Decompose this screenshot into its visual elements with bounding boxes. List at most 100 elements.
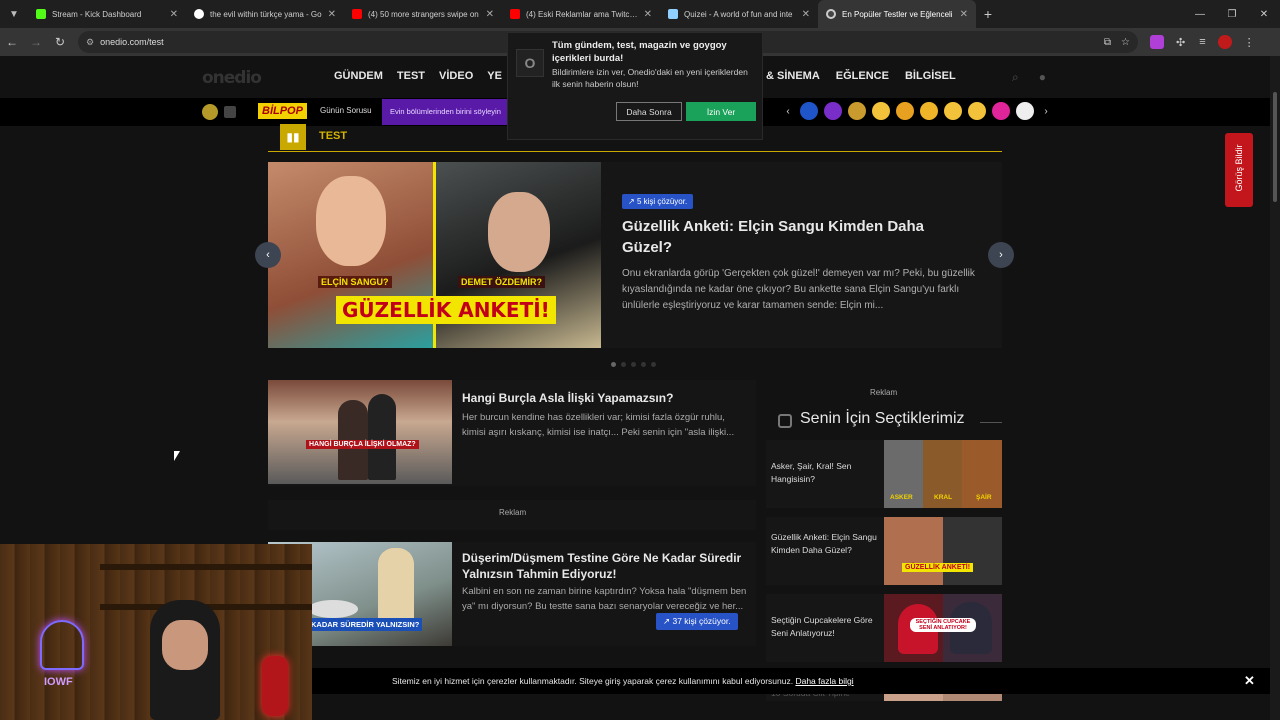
media-controls-icon[interactable]: ≡ [1199, 36, 1205, 48]
sidebar-item-title[interactable]: Güzellik Anketi: Elçin Sangu Kimden Daha… [771, 531, 881, 557]
sidebar-header: Senin İçin Seçtiklerimiz [766, 406, 1002, 436]
story-icon[interactable] [800, 102, 818, 120]
bar-chart-icon: ▮▮ [280, 124, 306, 150]
site-info-icon[interactable]: ⚙ [86, 37, 94, 48]
story-icon[interactable] [896, 102, 914, 120]
new-tab-plus-icon[interactable]: + [976, 6, 1000, 22]
browser-tab-youtube-1[interactable]: (4) 50 more strangers swipe on ✕ [344, 0, 502, 28]
sidebar-item-image[interactable]: SEÇTİĞİN CUPCAKE SENİ ANLATIYOR! [884, 594, 1002, 662]
slider-next-button[interactable]: › [988, 242, 1014, 268]
story-icon[interactable] [968, 102, 986, 120]
card-title[interactable]: Hangi Burçla Asla İlişki Yapamazsın? [462, 390, 742, 406]
quizei-favicon-icon [668, 9, 678, 19]
hero-slider[interactable]: ELÇİN SANGU? DEMET ÖZDEMİR? GÜZELLİK ANK… [268, 162, 1002, 348]
tab-search-chevron-icon[interactable]: ▼ [0, 9, 28, 20]
site-logo[interactable]: onedio [202, 68, 262, 88]
tab-close-icon[interactable]: ✕ [486, 9, 494, 20]
page-scrollbar[interactable] [1270, 56, 1280, 720]
browser-tab-google[interactable]: the evil within türkçe yama - Go ✕ [186, 0, 344, 28]
allow-button[interactable]: İzin Ver [686, 102, 756, 121]
nav-sinema[interactable]: & SİNEMA [766, 70, 820, 82]
image-caption: ASKER [890, 494, 913, 501]
story-icon[interactable] [992, 102, 1010, 120]
nav-yeni[interactable]: YE [487, 70, 502, 82]
nav-eglence[interactable]: EĞLENCE [836, 70, 889, 82]
profile-avatar-icon[interactable] [1217, 35, 1232, 49]
card-title[interactable]: Düşerim/Düşmem Testine Göre Ne Kadar Sür… [462, 550, 742, 582]
chevron-right-icon[interactable]: › [1040, 106, 1052, 117]
tab-close-icon[interactable]: ✕ [328, 9, 336, 20]
bilpop-game-icon[interactable] [202, 104, 218, 120]
card-image[interactable]: HANGİ BURÇLA İLİŞKİ OLMAZ? [268, 380, 452, 484]
image-caption: KRAL [934, 494, 953, 501]
minimize-icon[interactable]: — [1184, 0, 1216, 28]
later-button[interactable]: Daha Sonra [616, 102, 682, 121]
reload-icon[interactable]: ↻ [48, 35, 72, 49]
search-icon[interactable]: ⌕ [1012, 70, 1019, 85]
tab-close-icon[interactable]: ✕ [960, 9, 968, 20]
slider-dot[interactable] [651, 362, 656, 367]
sidebar-item[interactable]: Seçtiğin Cupcakelere Göre Seni Anlatıyor… [766, 594, 1002, 662]
extensions-area: ✣ ≡ ⋮ [1150, 28, 1255, 56]
forward-arrow-icon[interactable]: → [24, 35, 48, 49]
extension-icon[interactable] [1150, 35, 1164, 49]
browser-tab-kick[interactable]: Stream - Kick Dashboard ✕ [28, 0, 186, 28]
nav-video[interactable]: VİDEO [439, 70, 473, 82]
sidebar-item[interactable]: Güzellik Anketi: Elçin Sangu Kimden Daha… [766, 517, 1002, 585]
browser-tab-bar: ▼ Stream - Kick Dashboard ✕ the evil with… [0, 0, 1280, 28]
story-icon[interactable] [944, 102, 962, 120]
divider [980, 422, 1002, 423]
hero-image[interactable]: ELÇİN SANGU? DEMET ÖZDEMİR? GÜZELLİK ANK… [268, 162, 601, 348]
card-image-figure [378, 548, 414, 628]
slider-dot[interactable] [611, 362, 616, 367]
youtube-favicon-icon [352, 9, 362, 19]
solving-count-text: 5 kişi çözüyor. [636, 197, 688, 206]
scrollbar-thumb[interactable] [1273, 92, 1277, 202]
image-caption: ŞAİR [976, 494, 992, 501]
nav-test[interactable]: TEST [397, 70, 425, 82]
chevron-left-icon[interactable]: ‹ [782, 106, 794, 117]
browser-menu-icon[interactable]: ⋮ [1244, 36, 1255, 49]
nav-gundem[interactable]: GÜNDEM [334, 70, 383, 82]
test-card[interactable]: KADAR SÜREDİR YALNIZSIN? Düşerim/Düşmem … [268, 542, 756, 646]
slider-dot[interactable] [641, 362, 646, 367]
neon-sign-text: IOWF [44, 676, 73, 688]
back-arrow-icon[interactable]: ← [0, 35, 24, 49]
restore-icon[interactable]: ❐ [1216, 0, 1248, 28]
browser-tab-onedio[interactable]: En Popüler Testler ve Eğlenceli ✕ [818, 0, 976, 28]
tab-close-icon[interactable]: ✕ [644, 9, 652, 20]
tab-close-icon[interactable]: ✕ [802, 9, 810, 20]
story-icon[interactable] [824, 102, 842, 120]
bilpop-menu-icon[interactable] [224, 106, 236, 118]
slider-dot[interactable] [631, 362, 636, 367]
hero-title[interactable]: Güzellik Anketi: Elçin Sangu Kimden Daha… [622, 216, 962, 258]
close-window-icon[interactable]: ✕ [1248, 0, 1280, 28]
sidebar-item[interactable]: Asker, Şair, Kral! Sen Hangisisin? ASKER… [766, 440, 1002, 508]
test-card[interactable]: HANGİ BURÇLA İLİŞKİ OLMAZ? Hangi Burçla … [268, 380, 756, 486]
tab-close-icon[interactable]: ✕ [170, 9, 178, 20]
story-icon[interactable] [920, 102, 938, 120]
browser-tab-youtube-2[interactable]: (4) Eski Reklamlar ama Twitch C ✕ [502, 0, 660, 28]
sidebar-item-title[interactable]: Seçtiğin Cupcakelere Göre Seni Anlatıyor… [771, 614, 881, 640]
puzzle-extensions-icon[interactable]: ✣ [1176, 36, 1185, 49]
story-icon[interactable] [872, 102, 890, 120]
cookie-close-icon[interactable]: ✕ [1244, 673, 1255, 689]
tab-title: En Popüler Testler ve Eğlenceli [842, 9, 953, 19]
slider-prev-button[interactable]: ‹ [255, 242, 281, 268]
browser-tab-quizei[interactable]: Quizei - A world of fun and inte ✕ [660, 0, 818, 28]
install-app-icon[interactable]: ⧉ [1104, 37, 1111, 48]
slider-dot[interactable] [621, 362, 626, 367]
bilpop-logo[interactable]: BİLPOP [258, 103, 307, 119]
cookie-more-info-link[interactable]: Daha fazla bilgi [795, 676, 853, 686]
sidebar-item-title[interactable]: Asker, Şair, Kral! Sen Hangisisin? [771, 460, 881, 486]
story-icon[interactable] [848, 102, 866, 120]
story-icon[interactable] [1016, 102, 1034, 120]
sidebar-item-image[interactable]: GÜZELLİK ANKETİ! [884, 517, 1002, 585]
sidebar-item-image[interactable]: ASKER KRAL ŞAİR [884, 440, 1002, 508]
onedio-icon: O [516, 49, 544, 77]
bookmark-star-icon[interactable]: ☆ [1121, 37, 1130, 48]
feedback-button[interactable]: Görüş Bildir [1225, 133, 1253, 207]
trend-up-icon: ↗ [628, 197, 637, 206]
user-icon[interactable]: ● [1039, 70, 1046, 85]
nav-bilgisel[interactable]: BİLGİSEL [905, 70, 956, 82]
